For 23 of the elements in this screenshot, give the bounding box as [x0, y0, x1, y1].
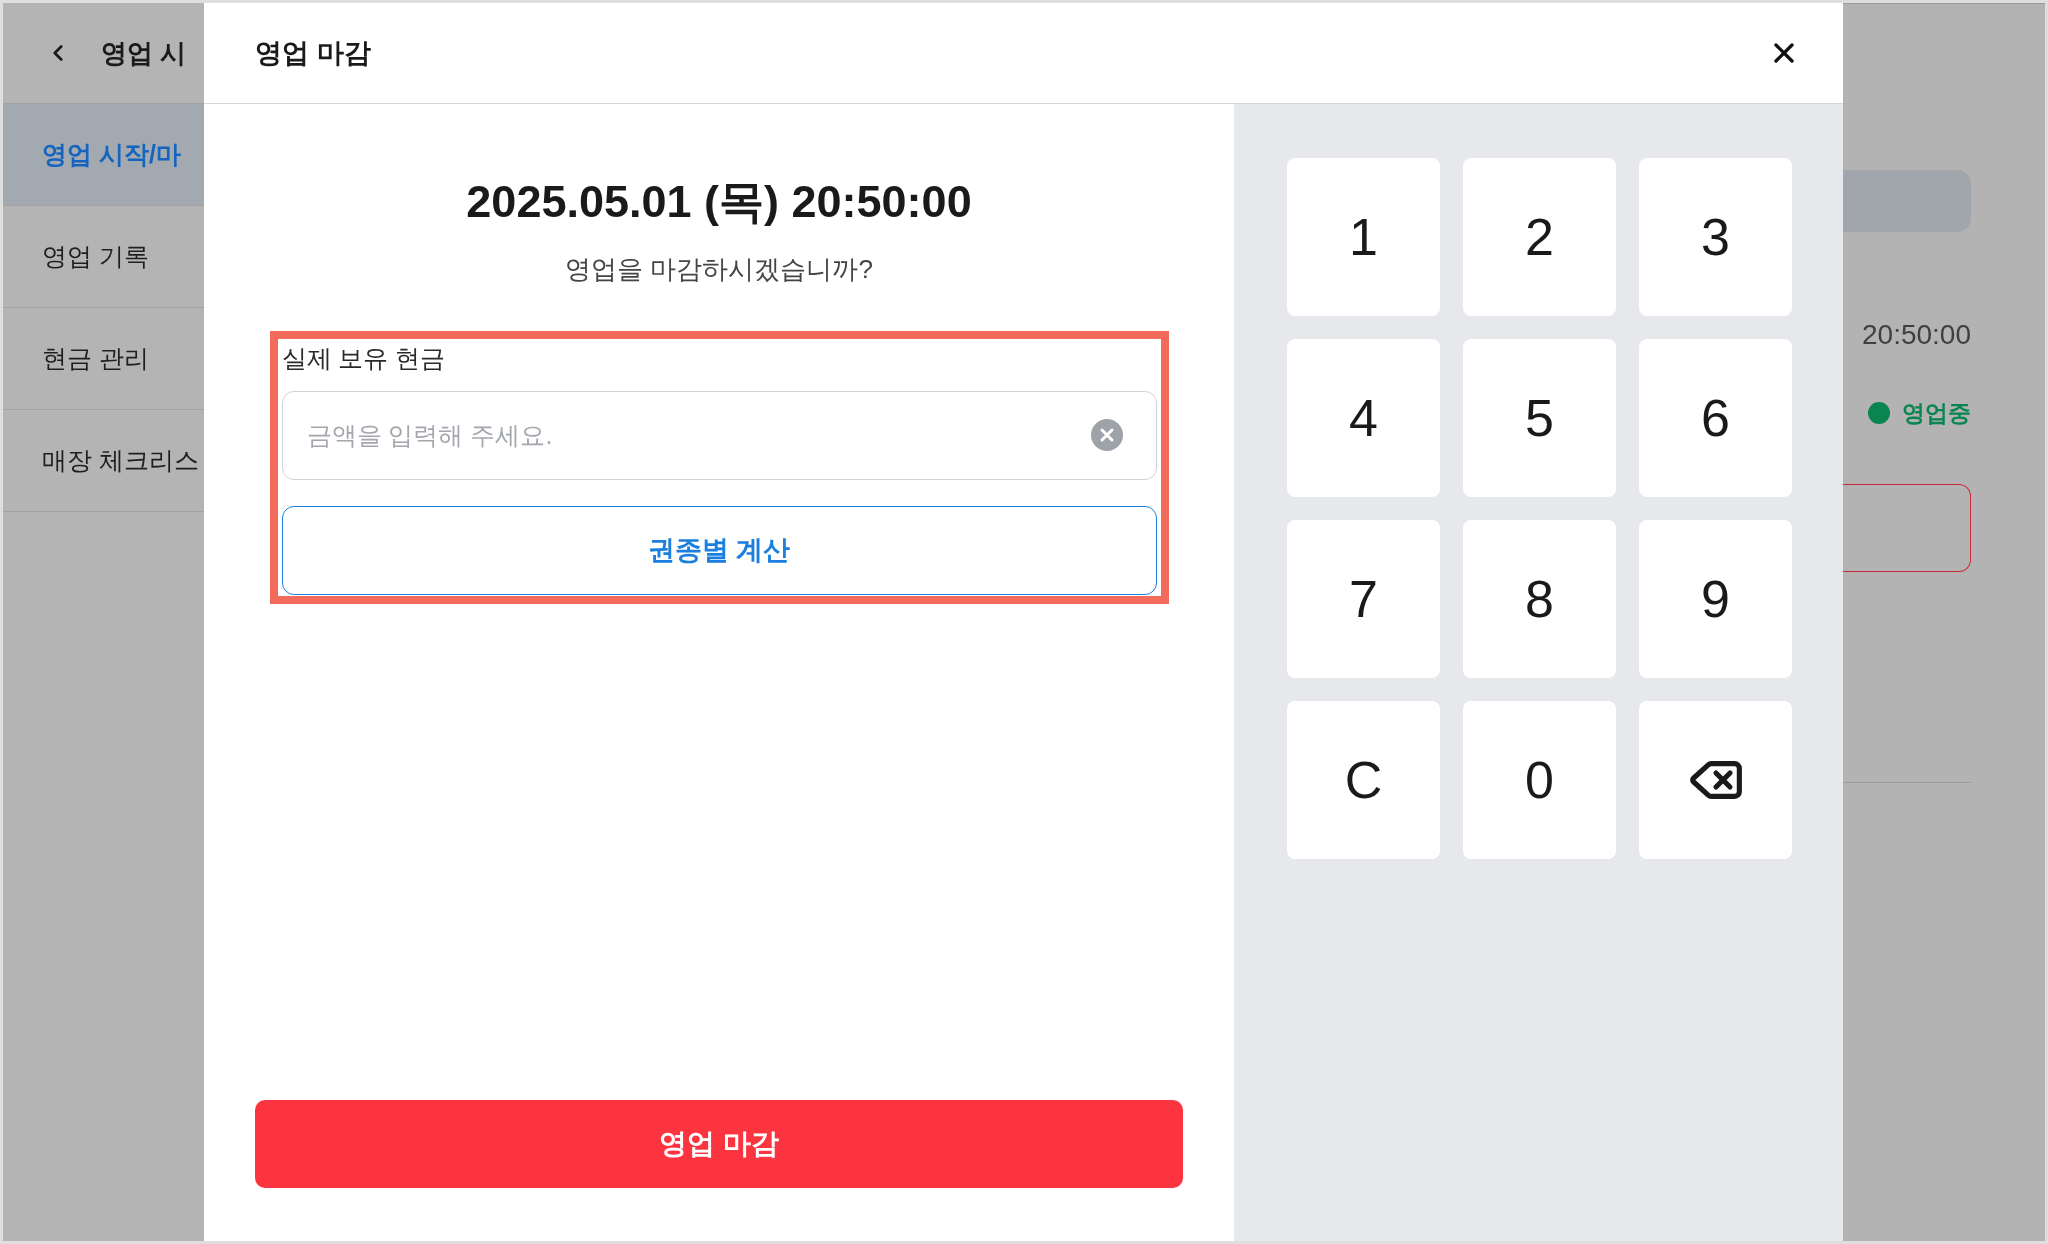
field-label: 실제 보유 현금	[281, 343, 447, 374]
keypad-key[interactable]: 2	[1463, 158, 1616, 316]
date-time: 2025.05.01 (목) 20:50:00	[466, 175, 972, 229]
backspace-button[interactable]	[1639, 701, 1792, 859]
keypad-key[interactable]: C	[1287, 701, 1440, 859]
keypad-key[interactable]: 9	[1639, 520, 1792, 678]
time-text: 20:50:00	[1862, 318, 1971, 352]
close-business-button[interactable]: 영업 마감	[255, 1100, 1183, 1188]
keypad-key[interactable]: 0	[1463, 701, 1616, 859]
keypad-key[interactable]: 1	[1287, 158, 1440, 316]
page-title: 영업 시	[101, 36, 187, 70]
keypad-key[interactable]: 5	[1463, 339, 1616, 497]
keypad-key[interactable]: 8	[1463, 520, 1616, 678]
keypad-key[interactable]: 7	[1287, 520, 1440, 678]
keypad-key[interactable]: 4	[1287, 339, 1440, 497]
amount-field[interactable]: 금액을 입력해 주세요.	[281, 391, 1157, 480]
outlined-button[interactable]	[1843, 483, 1971, 572]
confirm-question: 영업을 마감하시겠습니까?	[565, 253, 873, 286]
keypad-key[interactable]: 3	[1639, 158, 1792, 316]
keypad-key[interactable]: 6	[1639, 339, 1792, 497]
dialog-title: 영업 마감	[255, 36, 371, 70]
calculate-button[interactable]: 권종별 계산	[281, 506, 1157, 595]
status-text: 영업중	[1902, 399, 1971, 428]
